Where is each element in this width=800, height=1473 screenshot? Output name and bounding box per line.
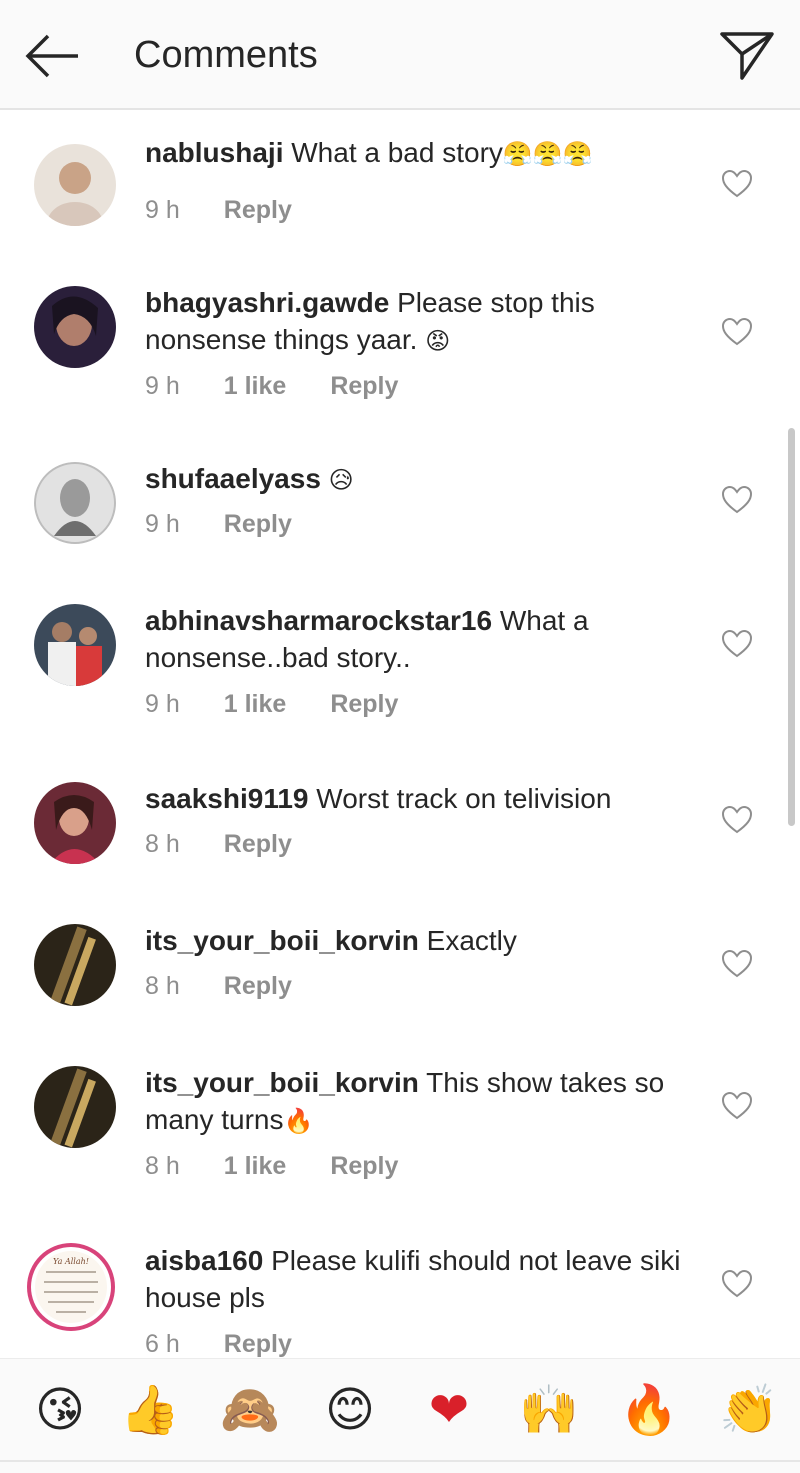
comment-meta: 8 h 1 like Reply xyxy=(145,1152,442,1181)
reply-button[interactable]: Reply xyxy=(330,372,398,400)
comment-username[interactable]: its_your_boii_korvin xyxy=(145,925,419,956)
reply-button[interactable]: Reply xyxy=(224,510,292,538)
comment-time: 9 h xyxy=(145,196,180,224)
comment-time: 9 h xyxy=(145,510,180,538)
comment-list: nablushaji What a bad story😤😤😤 9 h Reply … xyxy=(0,112,800,1358)
heart-icon[interactable] xyxy=(721,1269,753,1298)
avatar[interactable]: Ya Allah! xyxy=(26,1242,116,1332)
comment-time: 8 h xyxy=(145,830,180,858)
avatar[interactable] xyxy=(34,144,116,226)
comment-username[interactable]: saakshi9119 xyxy=(145,783,309,814)
comment-text: aisba160 Please kulifi should not leave … xyxy=(145,1242,700,1316)
avatar[interactable] xyxy=(34,782,116,864)
comment-time: 9 h xyxy=(145,690,180,718)
reply-button[interactable]: Reply xyxy=(224,1330,292,1358)
comment-body: Worst track on telivision xyxy=(316,783,612,814)
heart-icon[interactable] xyxy=(721,949,753,978)
comment-text: its_your_boii_korvin Exactly xyxy=(145,922,700,959)
tired-face-emoji: 😤😤😤 xyxy=(502,140,593,168)
emoji-quick-bar: 😘 👍 🙈 😊 ❤ 🙌 🔥 👏 xyxy=(0,1358,800,1473)
crying-face-emoji: 😥 xyxy=(328,466,354,494)
avatar[interactable] xyxy=(34,1066,116,1148)
likes-count[interactable]: 1 like xyxy=(224,690,287,718)
comment-body: Exactly xyxy=(426,925,517,956)
thumbs-up-emoji-button[interactable]: 👍 xyxy=(115,1377,185,1443)
comment-meta: 6 h Reply xyxy=(145,1330,336,1358)
comment-text: saakshi9119 Worst track on telivision xyxy=(145,780,700,817)
svg-text:Ya Allah!: Ya Allah! xyxy=(53,1257,89,1266)
comment-time: 6 h xyxy=(145,1330,180,1358)
back-arrow-icon[interactable] xyxy=(22,30,82,82)
comment-text: abhinavsharmarockstar16 What a nonsense.… xyxy=(145,602,700,676)
comment-time: 9 h xyxy=(145,372,180,400)
comment-meta: 8 h Reply xyxy=(145,830,336,859)
heart-icon[interactable] xyxy=(721,485,753,514)
avatar[interactable] xyxy=(34,604,116,686)
comment-meta: 9 h Reply xyxy=(145,196,336,225)
comment-meta: 9 h 1 like Reply xyxy=(145,690,442,719)
comment-meta: 8 h Reply xyxy=(145,972,336,1001)
comment-time: 8 h xyxy=(145,972,180,1000)
direct-send-icon[interactable] xyxy=(718,26,776,84)
clapping-hands-emoji-button[interactable]: 👏 xyxy=(714,1377,784,1443)
reply-button[interactable]: Reply xyxy=(224,196,292,224)
comment-text: shufaaelyass 😥 xyxy=(145,460,700,499)
comment-meta: 9 h Reply xyxy=(145,510,336,539)
comment-username[interactable]: aisba160 xyxy=(145,1245,263,1276)
reply-button[interactable]: Reply xyxy=(330,1152,398,1180)
comment-username[interactable]: bhagyashri.gawde xyxy=(145,287,389,318)
comment-username[interactable]: shufaaelyass xyxy=(145,463,321,494)
avatar[interactable] xyxy=(34,924,116,1006)
raising-hands-emoji-button[interactable]: 🙌 xyxy=(514,1377,584,1443)
heart-icon[interactable] xyxy=(721,629,753,658)
avatar[interactable] xyxy=(34,286,116,368)
comment-text: bhagyashri.gawde Please stop this nonsen… xyxy=(145,284,700,360)
likes-count[interactable]: 1 like xyxy=(224,372,287,400)
comment-username[interactable]: abhinavsharmarockstar16 xyxy=(145,605,492,636)
smiling-face-emoji-button[interactable]: 😊 xyxy=(315,1377,385,1443)
kissing-wink-emoji-button[interactable]: 😘 xyxy=(25,1377,95,1443)
comment-meta: 9 h 1 like Reply xyxy=(145,372,442,401)
heart-icon[interactable] xyxy=(721,317,753,346)
reply-button[interactable]: Reply xyxy=(224,830,292,858)
reply-button[interactable]: Reply xyxy=(224,972,292,1000)
top-bar: Comments xyxy=(0,0,800,110)
comment-text: its_your_boii_korvin This show takes so … xyxy=(145,1064,700,1140)
comment-body: What a bad story xyxy=(291,137,503,168)
likes-count[interactable]: 1 like xyxy=(224,1152,287,1180)
scrollbar[interactable] xyxy=(788,428,795,826)
reply-button[interactable]: Reply xyxy=(330,690,398,718)
heart-icon[interactable] xyxy=(721,1091,753,1120)
red-heart-emoji-button[interactable]: ❤ xyxy=(414,1377,484,1443)
fire-emoji-button[interactable]: 🔥 xyxy=(614,1377,684,1443)
comment-text: nablushaji What a bad story😤😤😤 xyxy=(145,134,700,173)
fire-emoji: 🔥 xyxy=(283,1107,314,1135)
avatar[interactable] xyxy=(34,462,116,544)
comment-time: 8 h xyxy=(145,1152,180,1180)
comment-username[interactable]: its_your_boii_korvin xyxy=(145,1067,419,1098)
angry-face-emoji: 😡 xyxy=(425,327,451,355)
heart-icon[interactable] xyxy=(721,169,753,198)
see-no-evil-monkey-emoji-button[interactable]: 🙈 xyxy=(215,1377,285,1443)
divider xyxy=(0,1460,800,1462)
heart-icon[interactable] xyxy=(721,805,753,834)
page-title: Comments xyxy=(134,34,318,76)
comment-username[interactable]: nablushaji xyxy=(145,137,283,168)
